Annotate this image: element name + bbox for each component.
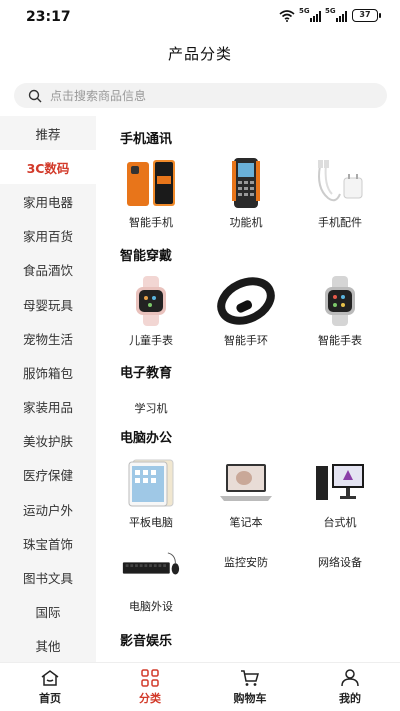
section-title: 电脑办公 — [120, 431, 173, 446]
category-sidebar: 推荐 3C数码 家用电器 家用百货 食品酒饮 母婴玩具 宠物生活 服饰箱包 家装… — [0, 116, 96, 662]
smart-watch-icon — [325, 276, 355, 326]
nav-home[interactable]: 首页 — [0, 663, 100, 711]
section-title: 手机通讯 — [120, 132, 173, 147]
search-input[interactable]: 点击搜索商品信息 — [14, 83, 387, 108]
keyboard-icon — [122, 552, 180, 575]
category-content: 手机通讯 智能手机 功能机 手机配件 智能穿戴 儿童手表 智能手环 智能手表 电… — [96, 116, 400, 662]
wifi-icon — [279, 9, 295, 22]
tablet-icon — [128, 459, 174, 507]
rugged-phone-icon — [232, 158, 260, 208]
charger-icon — [318, 160, 363, 202]
product-network-devices[interactable]: 网络设备 — [300, 548, 380, 570]
product-smart-watch[interactable]: 智能手表 — [300, 276, 380, 348]
product-name: 功能机 — [229, 216, 263, 229]
product-name: 监控安防 — [224, 556, 268, 569]
nav-label: 首页 — [39, 692, 61, 705]
sidebar-item-beauty[interactable]: 美妆护肤 — [0, 424, 96, 458]
product-peripherals[interactable]: 电脑外设 — [111, 542, 191, 614]
signal-label: 5G — [325, 6, 336, 15]
user-icon — [341, 669, 359, 687]
section-title: 智能穿戴 — [120, 249, 173, 264]
signal-icon: 5G — [325, 6, 347, 22]
cart-icon — [241, 670, 259, 686]
product-name: 儿童手表 — [129, 334, 173, 347]
search-placeholder: 点击搜索商品信息 — [50, 89, 147, 103]
product-phone-accessories[interactable]: 手机配件 — [300, 158, 380, 230]
sidebar-item-recommend[interactable]: 推荐 — [0, 116, 96, 150]
section-title: 影音娱乐 — [120, 634, 173, 649]
sidebar-item-other[interactable]: 其他 — [0, 629, 96, 663]
product-name: 智能手环 — [224, 334, 268, 347]
product-learning-device[interactable]: 学习机 — [111, 394, 191, 416]
category-icon — [141, 669, 159, 687]
search-icon — [28, 89, 42, 102]
sidebar-item-household[interactable]: 家用百货 — [0, 219, 96, 253]
sidebar-item-jewelry[interactable]: 珠宝首饰 — [0, 526, 96, 560]
signal-icon: 5G — [299, 6, 321, 22]
orange-phone-icon — [127, 160, 175, 206]
laptop-icon — [220, 464, 272, 501]
sidebar-item-apparel[interactable]: 服饰箱包 — [0, 355, 96, 389]
product-smart-band[interactable]: 智能手环 — [206, 276, 286, 348]
product-name: 网络设备 — [318, 556, 362, 569]
product-name: 手机配件 — [318, 216, 362, 229]
nav-label: 分类 — [139, 692, 161, 705]
product-name: 学习机 — [134, 402, 168, 415]
nav-cart[interactable]: 购物车 — [200, 663, 300, 711]
product-kids-watch[interactable]: 儿童手表 — [111, 276, 191, 348]
product-name: 平板电脑 — [129, 516, 173, 529]
sidebar-item-3c-digital[interactable]: 3C数码 — [0, 150, 96, 185]
pink-watch-icon — [136, 276, 166, 326]
product-security-monitoring[interactable]: 监控安防 — [206, 548, 286, 570]
product-name: 电脑外设 — [129, 600, 173, 613]
sidebar-item-health[interactable]: 医疗保健 — [0, 458, 96, 492]
sidebar-item-home-decor[interactable]: 家装用品 — [0, 390, 96, 424]
product-tablet[interactable]: 平板电脑 — [111, 458, 191, 530]
status-time: 23:17 — [26, 9, 71, 25]
nav-label: 我的 — [339, 692, 361, 705]
sidebar-item-books[interactable]: 图书文具 — [0, 560, 96, 594]
fitness-band-icon — [217, 277, 275, 325]
product-name: 笔记本 — [229, 516, 263, 529]
home-icon — [41, 670, 59, 686]
status-icons: 5G 5G 37 — [279, 6, 381, 22]
desktop-icon — [316, 464, 364, 500]
sidebar-item-appliances[interactable]: 家用电器 — [0, 184, 96, 218]
product-name: 智能手表 — [318, 334, 362, 347]
section-title: 电子教育 — [120, 366, 173, 381]
sidebar-item-international[interactable]: 国际 — [0, 595, 96, 629]
nav-label: 购物车 — [233, 692, 267, 705]
product-laptop[interactable]: 笔记本 — [206, 458, 286, 530]
sidebar-item-baby-toys[interactable]: 母婴玩具 — [0, 287, 96, 321]
product-name: 台式机 — [323, 516, 357, 529]
nav-profile[interactable]: 我的 — [300, 663, 400, 711]
product-smartphone[interactable]: 智能手机 — [111, 158, 191, 230]
sidebar-item-food-drink[interactable]: 食品酒饮 — [0, 253, 96, 287]
sidebar-item-pets[interactable]: 宠物生活 — [0, 321, 96, 355]
sidebar-item-sports[interactable]: 运动户外 — [0, 492, 96, 526]
bottom-nav: 首页 分类 购物车 我的 — [0, 662, 400, 711]
product-feature-phone[interactable]: 功能机 — [206, 158, 286, 230]
signal-label: 5G — [299, 6, 310, 15]
status-bar: 23:17 5G 5G 37 — [0, 0, 400, 34]
product-name: 智能手机 — [129, 216, 173, 229]
page-title: 产品分类 — [167, 45, 232, 63]
nav-category[interactable]: 分类 — [100, 663, 200, 711]
product-desktop[interactable]: 台式机 — [300, 458, 380, 530]
battery-icon: 37 — [352, 9, 381, 22]
